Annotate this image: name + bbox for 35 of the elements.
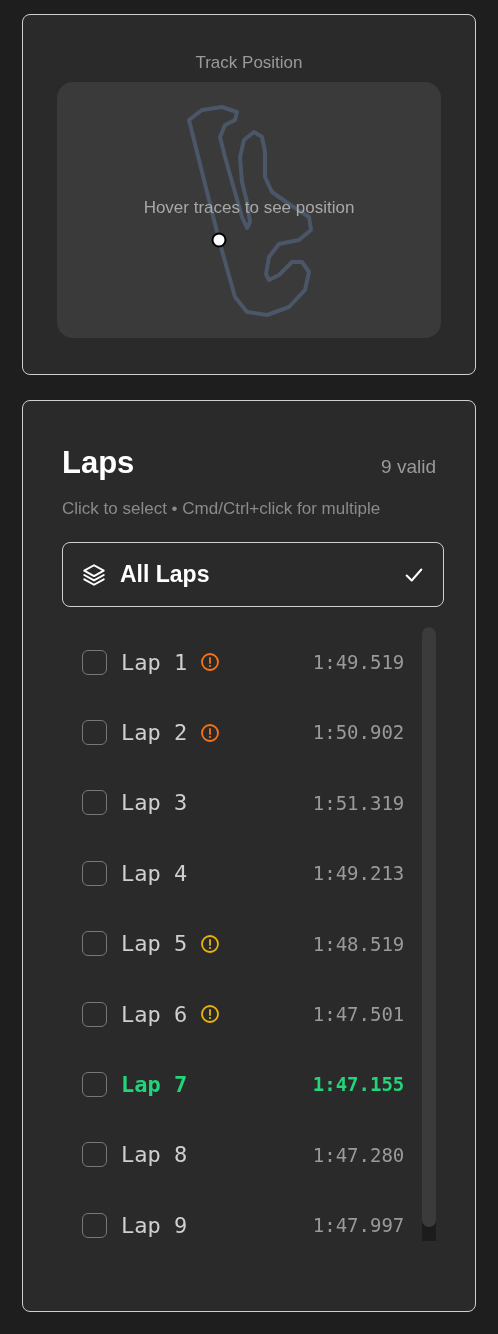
lap-time: 1:47.280 <box>312 1142 405 1168</box>
lap-label[interactable]: Lap 1 <box>121 645 188 679</box>
checkbox[interactable] <box>82 1142 107 1168</box>
hover-hint: Hover traces to see position <box>142 197 356 219</box>
checkbox[interactable] <box>82 1001 107 1027</box>
instructions-text: Click to select • Cmd/Ctrl+click for multiple <box>62 498 382 520</box>
lap-label[interactable]: Lap 3 <box>121 786 188 820</box>
checkbox[interactable] <box>82 931 107 957</box>
lap-label[interactable]: Lap 6 <box>121 997 188 1031</box>
lap-label[interactable]: Lap 9 <box>121 1208 188 1242</box>
lap-label[interactable]: Lap 8 <box>121 1138 188 1172</box>
lap-label[interactable]: Lap 4 <box>121 856 188 890</box>
panel-title: Laps <box>62 444 135 482</box>
lap-label[interactable]: Lap 2 <box>121 716 188 750</box>
layers-icon <box>81 561 107 588</box>
lap-time: 1:50.902 <box>312 720 405 746</box>
lap-time: 1:47.501 <box>312 1001 405 1027</box>
checkbox[interactable] <box>82 1072 107 1098</box>
lap-label[interactable]: Lap 5 <box>121 927 188 961</box>
checkbox[interactable] <box>82 649 107 675</box>
lap-time: 1:49.519 <box>312 649 405 675</box>
lap-time: 1:51.319 <box>312 790 405 816</box>
position-marker <box>211 232 227 248</box>
checkbox[interactable] <box>82 1212 107 1238</box>
checkbox[interactable] <box>82 720 107 746</box>
lap-time: 1:47.997 <box>312 1213 405 1239</box>
lap-time: 1:49.213 <box>312 861 405 887</box>
checkbox[interactable] <box>82 860 107 886</box>
all-laps-button[interactable]: All Laps <box>62 542 444 607</box>
lap-time: 1:48.519 <box>312 931 405 957</box>
checkbox[interactable] <box>82 790 107 816</box>
lap-label[interactable]: Lap 7 <box>121 1068 188 1102</box>
panel-title: Track Position <box>195 52 303 74</box>
valid-count: 9 valid <box>381 455 436 479</box>
lap-time: 1:47.155 <box>312 1072 405 1098</box>
